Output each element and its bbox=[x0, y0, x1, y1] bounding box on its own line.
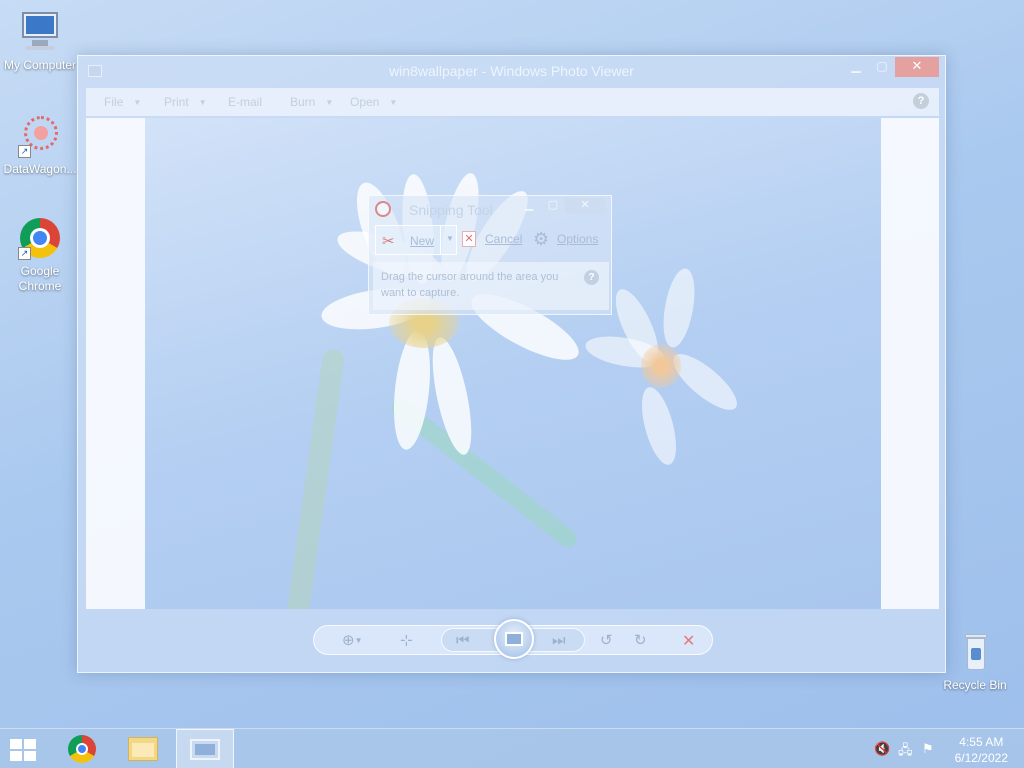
chevron-down-icon: ▼ bbox=[389, 98, 398, 107]
menu-burn[interactable]: Burn ▼ bbox=[290, 95, 333, 109]
previous-icon: ⏮ bbox=[456, 632, 470, 649]
next-icon: ⏭ bbox=[552, 632, 566, 649]
help-icon[interactable]: ? bbox=[913, 93, 929, 109]
taskbar: 🔇 🖧 ⚑ 4:55 AM 6/12/2022 bbox=[0, 728, 1024, 768]
minimize-icon: ▁ bbox=[851, 59, 861, 73]
taskbar-chrome[interactable] bbox=[54, 729, 112, 768]
new-snip-button[interactable]: ✂ New ▼ bbox=[375, 225, 457, 255]
rotate-right-icon: ↻ bbox=[634, 632, 647, 649]
maximize-icon: ▢ bbox=[547, 199, 559, 211]
shortcut-arrow-icon: ↗ bbox=[18, 145, 31, 158]
desktop-icon-my-computer[interactable]: My Computer bbox=[0, 10, 80, 73]
close-button[interactable]: ✕ bbox=[895, 57, 939, 77]
menu-print[interactable]: Print ▼ bbox=[164, 95, 207, 109]
snipping-tool-app-icon[interactable] bbox=[375, 201, 391, 217]
photo-viewer-titlebar[interactable]: win8wallpaper - Windows Photo Viewer ▁ ▢… bbox=[78, 56, 945, 86]
photo-canvas bbox=[86, 118, 939, 609]
chevron-down-icon[interactable]: ▼ bbox=[446, 234, 454, 243]
rotate-counterclockwise-button[interactable]: ↺ bbox=[600, 631, 613, 649]
taskbar-clock[interactable]: 4:55 AM 6/12/2022 bbox=[955, 734, 1008, 766]
fit-window-icon: ⊹ bbox=[400, 632, 413, 649]
help-icon[interactable]: ? bbox=[584, 270, 599, 285]
gear-icon[interactable]: ⚙ bbox=[533, 229, 549, 250]
options-button[interactable]: Options bbox=[557, 232, 598, 246]
photo-viewer-controls: ⊕▼ ⊹ ⏮ ⏭ ↺ ↻ ✕ bbox=[313, 619, 713, 659]
maximize-button[interactable]: ▢ bbox=[869, 57, 895, 77]
desktop-icon-recycle-bin[interactable]: Recycle Bin bbox=[935, 630, 1015, 693]
desktop-icon-google-chrome[interactable]: ↗ Google Chrome bbox=[0, 216, 80, 294]
slideshow-button[interactable] bbox=[494, 619, 534, 659]
menu-open[interactable]: Open ▼ bbox=[350, 95, 397, 109]
chevron-down-icon: ▼ bbox=[133, 98, 142, 107]
snip-minimize-button[interactable]: ▁ bbox=[517, 198, 541, 214]
desktop-icon-label: DataWagon... bbox=[3, 162, 77, 176]
maximize-icon: ▢ bbox=[876, 59, 888, 73]
desktop-icon-label: Google Chrome bbox=[18, 264, 62, 293]
menu-file[interactable]: File ▼ bbox=[104, 95, 141, 109]
photo-viewer-menubar: File ▼ Print ▼ E-mail Burn ▼ Open ▼ ? bbox=[86, 88, 939, 116]
taskbar-file-explorer[interactable] bbox=[114, 729, 172, 768]
scissors-icon: ✂ bbox=[382, 233, 395, 250]
windows-logo-icon bbox=[10, 739, 22, 749]
minimize-button[interactable]: ▁ bbox=[843, 57, 869, 77]
rotate-clockwise-button[interactable]: ↻ bbox=[634, 631, 647, 649]
desktop-icon-datawagon[interactable]: ↗ DataWagon... bbox=[0, 114, 80, 177]
next-button[interactable]: ⏭ bbox=[552, 632, 566, 649]
close-icon: ✕ bbox=[580, 199, 590, 211]
chrome-icon: ↗ bbox=[18, 216, 62, 260]
start-button[interactable] bbox=[10, 739, 38, 761]
cancel-button[interactable]: Cancel bbox=[485, 232, 522, 246]
wallpaper-photo bbox=[145, 118, 881, 609]
slideshow-icon bbox=[505, 632, 523, 646]
chevron-down-icon: ▼ bbox=[325, 98, 334, 107]
taskbar-photo-viewer[interactable] bbox=[176, 729, 234, 768]
delete-button[interactable]: ✕ bbox=[682, 631, 695, 651]
window-title: win8wallpaper - Windows Photo Viewer bbox=[389, 63, 634, 79]
actual-size-button[interactable]: ⊹ bbox=[400, 631, 413, 649]
volume-muted-icon[interactable]: 🔇 bbox=[874, 741, 890, 757]
delete-icon: ✕ bbox=[682, 633, 696, 650]
zoom-button[interactable]: ⊕▼ bbox=[342, 631, 363, 649]
snipping-tool-toolbar: ✂ New ▼ ✕ Cancel ⚙ Options bbox=[373, 224, 609, 258]
snip-close-button[interactable]: ✕ bbox=[565, 198, 605, 214]
new-label: New bbox=[410, 234, 435, 248]
desktop-icon-label: My Computer bbox=[3, 58, 77, 72]
minimize-icon: ▁ bbox=[524, 199, 534, 211]
menu-email[interactable]: E-mail bbox=[228, 95, 262, 109]
chevron-down-icon: ▼ bbox=[354, 636, 363, 645]
cancel-icon[interactable]: ✕ bbox=[462, 231, 476, 247]
snipping-tool-title: Snipping Tool bbox=[409, 202, 493, 218]
chevron-down-icon: ▼ bbox=[198, 98, 207, 107]
zoom-icon: ⊕ bbox=[342, 632, 355, 649]
clock-time: 4:55 AM bbox=[959, 735, 1004, 749]
snip-maximize-button[interactable]: ▢ bbox=[541, 198, 565, 214]
recycle-bin-icon bbox=[953, 630, 997, 674]
rotate-left-icon: ↺ bbox=[600, 632, 613, 649]
snipping-tool-window[interactable]: Snipping Tool ▁ ▢ ✕ ✂ New ▼ ✕ Cancel ⚙ O… bbox=[368, 195, 612, 315]
network-icon[interactable]: 🖧 bbox=[898, 741, 913, 763]
photo-viewer-window[interactable]: win8wallpaper - Windows Photo Viewer ▁ ▢… bbox=[77, 55, 946, 673]
previous-button[interactable]: ⏮ bbox=[456, 632, 470, 649]
shortcut-arrow-icon: ↗ bbox=[18, 247, 31, 260]
datawagon-icon: ↗ bbox=[18, 114, 62, 158]
action-center-icon[interactable]: ⚑ bbox=[922, 741, 934, 757]
clock-date: 6/12/2022 bbox=[954, 751, 1008, 765]
snipping-tool-instructions: Drag the cursor around the area you want… bbox=[373, 262, 609, 310]
close-icon: ✕ bbox=[911, 58, 923, 73]
computer-icon bbox=[18, 10, 62, 54]
desktop-icon-label: Recycle Bin bbox=[943, 678, 1007, 692]
instruction-text: Drag the cursor around the area you want… bbox=[381, 271, 559, 299]
